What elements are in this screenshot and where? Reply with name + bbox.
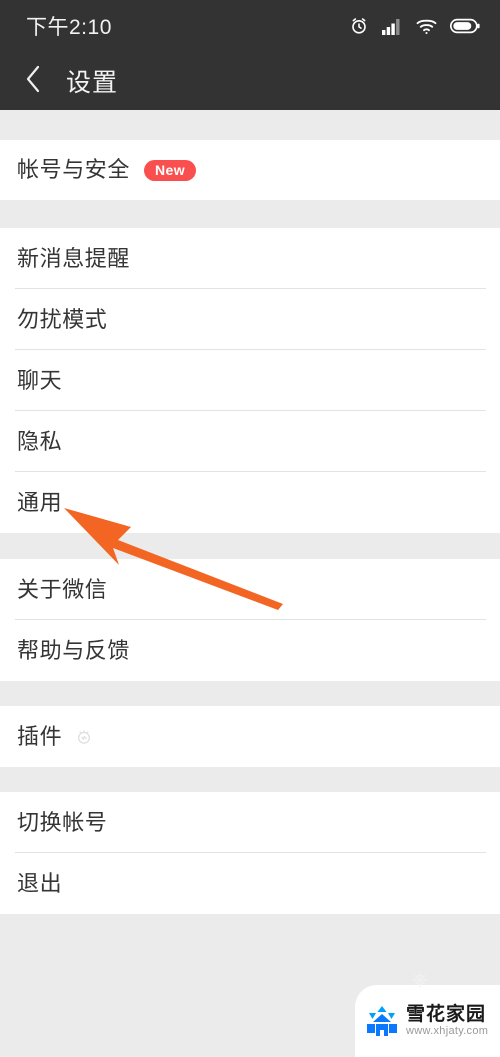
sidebar-item-about-wechat[interactable]: 关于微信 bbox=[0, 559, 500, 620]
row-label: 帐号与安全 bbox=[17, 157, 131, 182]
status-bar: 下午2:10 bbox=[0, 0, 500, 52]
watermark-text: 雪花家园 www.xhjaty.com bbox=[406, 1005, 488, 1037]
battery-icon bbox=[450, 18, 480, 34]
sidebar-item-general[interactable]: 通用 bbox=[0, 472, 500, 533]
row-label: 通用 bbox=[17, 489, 63, 515]
watermark: ⎈ 雪花家园 www.xhjaty.com bbox=[355, 969, 500, 1057]
watermark-name: 雪花家园 bbox=[406, 1004, 487, 1025]
status-icons bbox=[349, 16, 480, 36]
chevron-left-icon bbox=[23, 63, 43, 100]
group-preferences: 新消息提醒 勿扰模式 聊天 隐私 通用 bbox=[0, 228, 500, 533]
row-label: 新消息提醒 bbox=[17, 245, 131, 271]
row-label: 勿扰模式 bbox=[17, 306, 108, 332]
row-label: 帮助与反馈 bbox=[17, 637, 131, 663]
sidebar-item-do-not-disturb[interactable]: 勿扰模式 bbox=[0, 289, 500, 350]
plugin-dot-icon bbox=[74, 727, 94, 747]
row-label: 隐私 bbox=[17, 428, 63, 454]
nav-bar: 设置 bbox=[0, 52, 500, 110]
row-label: 退出 bbox=[17, 870, 63, 896]
watermark-ghost-icon: ⎈ bbox=[412, 969, 428, 991]
row-label: 聊天 bbox=[17, 367, 63, 393]
group-about: 关于微信 帮助与反馈 bbox=[0, 559, 500, 681]
snowflake-logo-icon bbox=[365, 1004, 399, 1038]
watermark-url: www.xhjaty.com bbox=[406, 1025, 489, 1037]
status-badge-new: New bbox=[144, 159, 197, 181]
wifi-icon bbox=[416, 18, 437, 35]
sidebar-item-account-security[interactable]: 帐号与安全 New bbox=[0, 140, 500, 200]
back-button[interactable] bbox=[16, 61, 50, 101]
group-plugins: 插件 bbox=[0, 706, 500, 767]
row-label: 关于微信 bbox=[17, 576, 108, 602]
phone-screen: 下午2:10 设置 帐号与安全 New 新消息提醒 勿扰模式 聊天 隐私 通用 … bbox=[0, 0, 500, 1057]
row-label: 切换帐号 bbox=[17, 809, 108, 835]
sidebar-item-help-feedback[interactable]: 帮助与反馈 bbox=[0, 620, 500, 681]
section-gap bbox=[0, 767, 500, 792]
settings-list: 帐号与安全 New 新消息提醒 勿扰模式 聊天 隐私 通用 关于微信 帮助与反馈… bbox=[0, 110, 500, 914]
signal-icon bbox=[382, 18, 403, 35]
sidebar-item-chat[interactable]: 聊天 bbox=[0, 350, 500, 411]
section-gap bbox=[0, 533, 500, 559]
switch-account-button[interactable]: 切换帐号 bbox=[0, 792, 500, 853]
row-label: 插件 bbox=[17, 723, 63, 749]
logout-button[interactable]: 退出 bbox=[0, 853, 500, 914]
page-title: 设置 bbox=[66, 69, 119, 97]
sidebar-item-new-message-notification[interactable]: 新消息提醒 bbox=[0, 228, 500, 289]
group-account-security: 帐号与安全 New bbox=[0, 140, 500, 200]
sidebar-item-privacy[interactable]: 隐私 bbox=[0, 411, 500, 472]
status-time: 下午2:10 bbox=[26, 16, 112, 39]
section-gap bbox=[0, 110, 500, 140]
alarm-icon bbox=[349, 16, 369, 36]
section-gap bbox=[0, 681, 500, 706]
sidebar-item-plugins[interactable]: 插件 bbox=[0, 706, 500, 767]
section-gap bbox=[0, 200, 500, 228]
group-account-actions: 切换帐号 退出 bbox=[0, 792, 500, 914]
